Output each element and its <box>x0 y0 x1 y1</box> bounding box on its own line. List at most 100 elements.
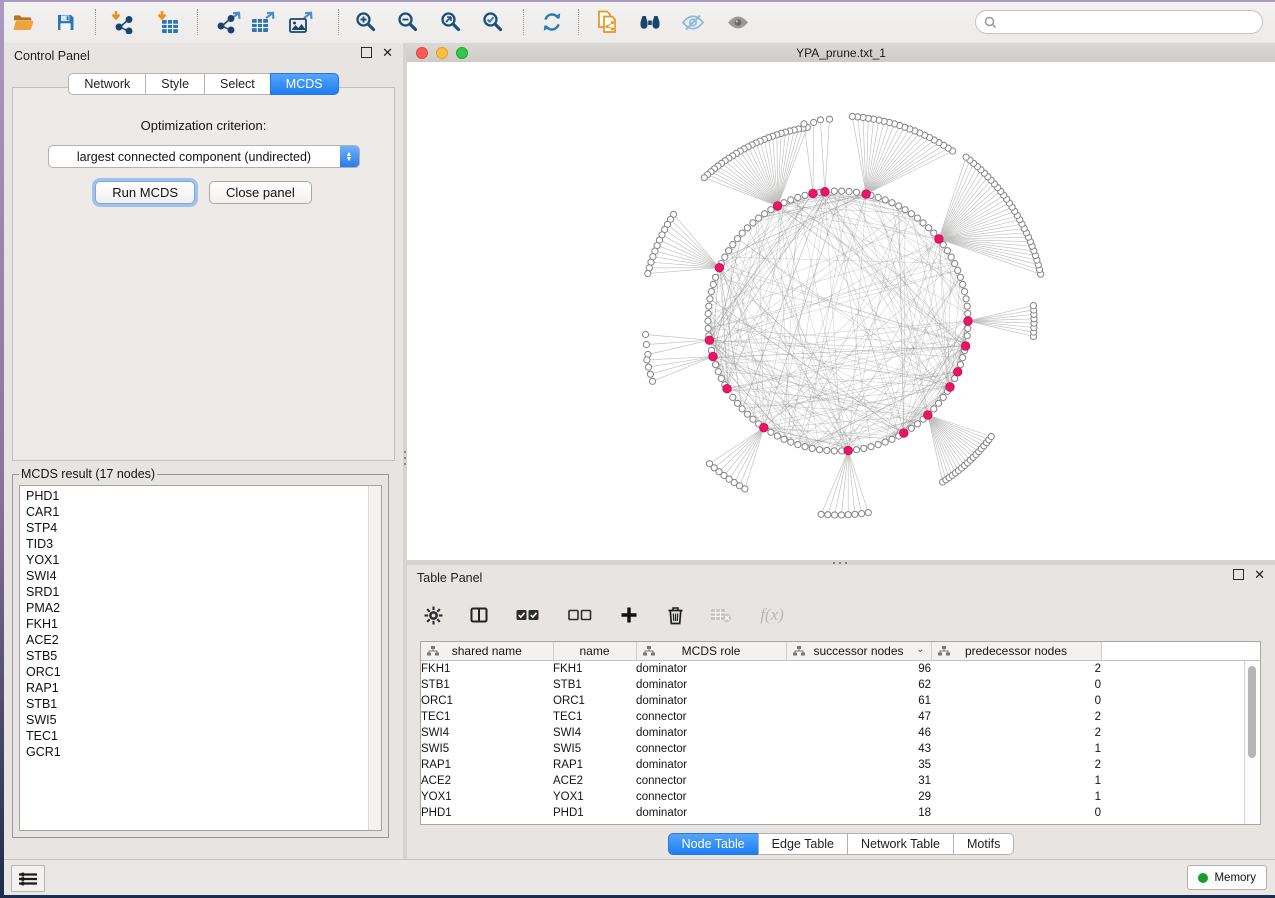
create-column-button[interactable] <box>617 603 641 627</box>
mcds-result-item[interactable]: SWI4 <box>26 568 381 584</box>
mcds-result-item[interactable]: TID3 <box>26 536 381 552</box>
search-box[interactable] <box>975 10 1263 34</box>
column-header-predecessor-nodes[interactable]: predecessor nodes <box>931 642 1101 661</box>
network-canvas[interactable] <box>407 62 1275 560</box>
mcds-result-item[interactable]: PMA2 <box>26 600 381 616</box>
column-header-shared-name[interactable]: shared name <box>421 642 553 661</box>
control-panel-title: Control Panel <box>14 49 90 63</box>
memory-button[interactable]: Memory <box>1187 865 1267 890</box>
mcds-result-item[interactable]: STB1 <box>26 696 381 712</box>
mcds-result-item[interactable]: STP4 <box>26 520 381 536</box>
select-all-button[interactable] <box>513 603 543 627</box>
clone-network-icon <box>596 10 620 34</box>
tab-node-table[interactable]: Node Table <box>668 833 759 855</box>
zoom-out-button[interactable] <box>389 6 427 38</box>
table-row[interactable]: YOX1YOX1connector291 <box>421 789 1260 805</box>
tab-style[interactable]: Style <box>145 73 205 95</box>
mcds-result-item[interactable]: CAR1 <box>26 504 381 520</box>
table-row[interactable]: STB1STB1dominator620 <box>421 677 1260 693</box>
table-scrollbar-thumb[interactable] <box>1248 666 1256 758</box>
mcds-result-item[interactable]: ORC1 <box>26 664 381 680</box>
open-folder-icon <box>13 14 34 31</box>
table-row[interactable]: TEC1TEC1connector472 <box>421 709 1260 725</box>
import-table-icon <box>154 10 180 34</box>
mcds-result-item[interactable]: PHD1 <box>26 488 381 504</box>
function-builder-button[interactable]: f(x) <box>755 603 789 627</box>
float-panel-icon[interactable] <box>361 47 372 58</box>
network-graph[interactable] <box>407 62 1275 560</box>
mcds-result-item[interactable]: ACE2 <box>26 632 381 648</box>
table-settings-button[interactable] <box>421 603 445 627</box>
show-graphics-details-button[interactable] <box>719 6 757 38</box>
float-table-panel-icon[interactable] <box>1233 569 1244 580</box>
right-area: YPA_prune.txt_1 Table Panel ✕ <box>407 43 1275 860</box>
mcds-result-item[interactable]: RAP1 <box>26 680 381 696</box>
mcds-result-item[interactable]: SWI5 <box>26 712 381 728</box>
export-network-button[interactable] <box>210 6 248 38</box>
import-network-button[interactable] <box>102 6 140 38</box>
close-panel-button[interactable]: Close panel <box>209 181 312 204</box>
save-session-button[interactable] <box>46 6 84 38</box>
mcds-result-list[interactable]: PHD1CAR1STP4TID3YOX1SWI4SRD1PMA2FKH1ACE2… <box>19 485 382 831</box>
mcds-list-scrollbar[interactable] <box>368 486 381 830</box>
show-column-panel-button[interactable] <box>467 603 491 627</box>
table-row[interactable]: ACE2ACE2connector311 <box>421 773 1260 789</box>
list-menu-icon <box>19 872 37 886</box>
deselect-all-button[interactable] <box>565 603 595 627</box>
close-window-icon[interactable] <box>416 47 428 59</box>
zoom-in-button[interactable] <box>347 6 385 38</box>
eye-slash-icon <box>681 14 705 31</box>
table-scrollbar[interactable] <box>1244 661 1260 824</box>
export-image-button[interactable] <box>282 6 320 38</box>
network-window-titlebar[interactable]: YPA_prune.txt_1 <box>407 43 1275 63</box>
table-row[interactable]: SWI4SWI4dominator462 <box>421 725 1260 741</box>
delete-table-button[interactable] <box>709 603 733 627</box>
table-row[interactable]: FKH1FKH1dominator962 <box>421 661 1260 678</box>
zoom-selected-icon <box>482 11 504 33</box>
export-table-button[interactable] <box>244 6 282 38</box>
open-file-button[interactable] <box>4 6 42 38</box>
mcds-result-item[interactable]: YOX1 <box>26 552 381 568</box>
first-neighbors-button[interactable] <box>631 6 669 38</box>
tab-mcds[interactable]: MCDS <box>270 73 339 95</box>
close-panel-icon[interactable]: ✕ <box>382 48 393 57</box>
table-row[interactable]: SWI5SWI5connector431 <box>421 741 1260 757</box>
run-mcds-button[interactable]: Run MCDS <box>95 181 195 204</box>
tab-select[interactable]: Select <box>204 73 271 95</box>
mcds-result-item[interactable]: SRD1 <box>26 584 381 600</box>
table-row[interactable]: PHD1PHD1dominator180 <box>421 805 1260 821</box>
column-header-successor-nodes[interactable]: successor nodes⌄ <box>786 642 931 661</box>
optimization-criterion-select[interactable]: largest connected component (undirected)… <box>48 145 360 168</box>
table-panel: Table Panel ✕ f(x) <box>407 565 1275 860</box>
table-row[interactable]: ORC1ORC1dominator610 <box>421 693 1260 709</box>
mcds-result-item[interactable]: GCR1 <box>26 744 381 760</box>
close-table-panel-icon[interactable]: ✕ <box>1254 570 1265 579</box>
minimize-window-icon[interactable] <box>436 47 448 59</box>
delete-column-button[interactable] <box>663 603 687 627</box>
tab-motifs[interactable]: Motifs <box>953 833 1014 855</box>
delete-table-icon <box>710 607 732 623</box>
network-window-title: YPA_prune.txt_1 <box>796 46 886 60</box>
clone-network-button[interactable] <box>589 6 627 38</box>
deselect-all-icon <box>568 608 592 622</box>
tab-network-table[interactable]: Network Table <box>847 833 954 855</box>
toolbar-separator <box>95 9 96 35</box>
status-menu-button[interactable] <box>11 865 45 892</box>
column-header-mcds-role[interactable]: MCDS role <box>636 642 786 661</box>
search-input[interactable] <box>1002 14 1262 30</box>
import-table-button[interactable] <box>148 6 186 38</box>
refresh-view-button[interactable] <box>533 6 571 38</box>
mcds-result-item[interactable]: FKH1 <box>26 616 381 632</box>
column-header-name[interactable]: name <box>553 642 636 661</box>
tab-network[interactable]: Network <box>68 73 146 95</box>
application-window: Control Panel ✕ Network Style Select MCD… <box>4 2 1275 895</box>
mcds-result-item[interactable]: STB5 <box>26 648 381 664</box>
hide-graphics-details-button[interactable] <box>674 6 712 38</box>
mcds-result-item[interactable]: TEC1 <box>26 728 381 744</box>
tab-edge-table[interactable]: Edge Table <box>758 833 848 855</box>
zoom-selected-button[interactable] <box>474 6 512 38</box>
sort-indicator-icon[interactable]: ⌄ <box>916 644 924 655</box>
fit-content-button[interactable] <box>432 6 470 38</box>
table-row[interactable]: RAP1RAP1dominator352 <box>421 757 1260 773</box>
maximize-window-icon[interactable] <box>456 47 468 59</box>
